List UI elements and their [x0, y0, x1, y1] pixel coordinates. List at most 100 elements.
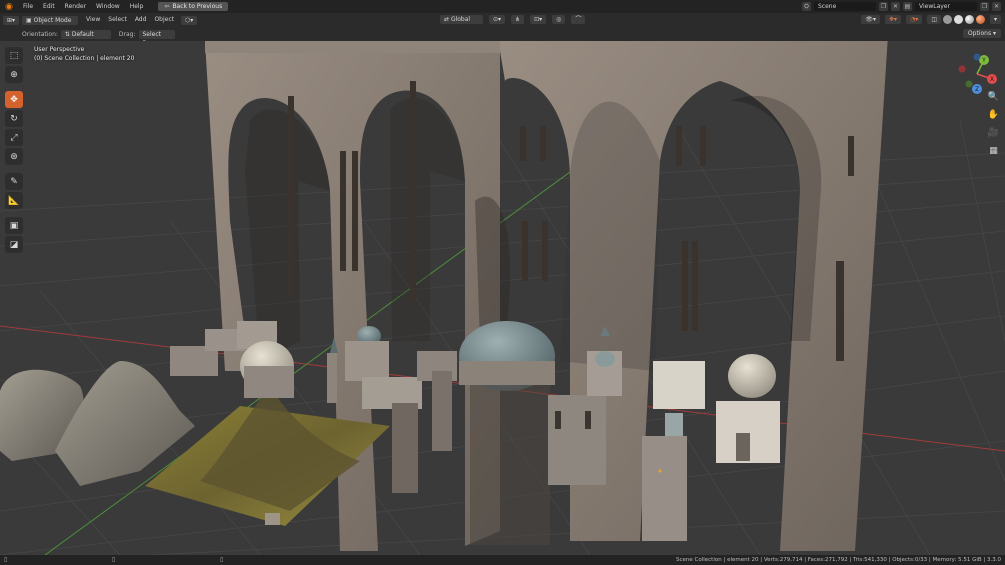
menu-file[interactable]: File: [18, 0, 38, 13]
orientation-selector[interactable]: ⇅ Default: [60, 29, 111, 39]
proportional-editing-toggle[interactable]: ◎: [552, 15, 566, 24]
gizmo-neg-y[interactable]: [965, 80, 973, 88]
orientation-value: Default: [71, 30, 94, 38]
back-to-previous-label: Back to Previous: [172, 3, 223, 10]
rotate-tool[interactable]: ↻: [5, 110, 23, 127]
drag-selector[interactable]: Select Box: [138, 29, 175, 47]
topbar-right: ⛭ Scene ❐ ✕ ▤ ViewLayer ❐ ✕: [802, 0, 1005, 13]
view-layer-selector[interactable]: ViewLayer: [915, 2, 977, 11]
delete-view-layer-icon[interactable]: ✕: [992, 2, 1001, 11]
status-bar: ▯ ▯ ▯ Scene Collection | element 20 | Ve…: [0, 555, 1005, 565]
rendered-shading-icon[interactable]: [975, 15, 985, 24]
move-icon: ✥: [10, 94, 18, 105]
wireframe-shading-icon[interactable]: [942, 15, 952, 24]
transform-tool[interactable]: ⊛: [5, 148, 23, 165]
scene-render: [0, 41, 1005, 555]
back-arrow-icon: ⇦: [164, 3, 170, 10]
measure-icon: 📐: [8, 195, 20, 206]
orientation-field-icon: ⇅: [64, 30, 72, 38]
scale-tool[interactable]: ⤢: [5, 129, 23, 146]
zoom-icon[interactable]: 🔍: [987, 91, 1000, 104]
menu-window[interactable]: Window: [91, 0, 125, 13]
measure-tool[interactable]: 📐: [5, 192, 23, 209]
transform-icon: ⊛: [10, 151, 18, 162]
collection-info-label: (0) Scene Collection | element 20: [34, 55, 135, 62]
object-mode-icon: ▣: [26, 16, 34, 24]
options-label: Options: [967, 30, 992, 37]
annotate-icon: ✎: [10, 176, 18, 187]
pan-hand-icon[interactable]: ✋: [987, 109, 1000, 122]
annotate-tool[interactable]: ✎: [5, 173, 23, 190]
new-view-layer-icon[interactable]: ❐: [980, 2, 989, 11]
delete-scene-icon[interactable]: ✕: [891, 2, 900, 11]
editor-type-button[interactable]: ⊞▾: [3, 15, 20, 25]
gizmo-neg-x[interactable]: [958, 65, 966, 73]
menu-edit[interactable]: Edit: [38, 0, 60, 13]
rotate-icon: ↻: [10, 113, 18, 124]
blender-logo-icon[interactable]: ◉: [4, 2, 14, 12]
scene-icon[interactable]: ⛭: [802, 2, 811, 11]
viewport-display-controls: 👁▾ ✥▾ ◔▾ ◫ ▾: [858, 15, 1001, 24]
transform-orientation-selector[interactable]: ⇄ Global: [440, 15, 483, 24]
menu-select[interactable]: Select: [104, 13, 131, 27]
gizmo-type-button[interactable]: ⬡▾: [180, 15, 198, 25]
cursor-tool[interactable]: ⊕: [5, 66, 23, 83]
menu-help[interactable]: Help: [125, 0, 149, 13]
orthographic-toggle-icon[interactable]: ▦: [987, 145, 1000, 158]
snap-toggle[interactable]: ⋔: [511, 15, 525, 24]
mode-selector[interactable]: ▣ Object Mode: [22, 15, 79, 25]
new-scene-icon[interactable]: ❐: [879, 2, 888, 11]
toolbar-separator: [5, 211, 25, 215]
menu-object[interactable]: Object: [150, 13, 178, 27]
proportional-falloff-button[interactable]: ⌒: [571, 15, 586, 24]
cursor-icon: ⊕: [10, 69, 18, 80]
mouse-middle-icon: ▯: [112, 556, 116, 563]
gizmo-neg-z[interactable]: [973, 53, 981, 61]
drag-label: Drag:: [118, 30, 136, 38]
orientation-icon: ⇄: [444, 16, 451, 23]
mouse-right-icon: ▯: [220, 556, 224, 563]
xray-toggle[interactable]: ◫: [927, 15, 941, 24]
extrude-tool[interactable]: ◪: [5, 236, 23, 253]
solid-shading-icon[interactable]: [953, 15, 963, 24]
gizmo-y-label: Y: [981, 57, 986, 64]
large-dome: [459, 321, 555, 545]
gizmo-toggle[interactable]: ✥▾: [885, 15, 902, 24]
shading-options-button[interactable]: ▾: [989, 15, 1001, 24]
menu-add[interactable]: Add: [131, 13, 151, 27]
snap-target-button[interactable]: ⊡▾: [530, 15, 547, 24]
tool-shelf: ⬚ ⊕ ✥ ↻ ⤢ ⊛ ✎ 📐 ▣ ◪: [5, 47, 25, 253]
mode-label: Object Mode: [33, 16, 72, 24]
mouse-left-icon: ▯: [4, 556, 8, 563]
visibility-button[interactable]: 👁▾: [861, 15, 881, 24]
gizmo-x-label: X: [990, 76, 994, 83]
move-tool[interactable]: ✥: [5, 91, 23, 108]
top-menu-bar: ◉ File Edit Render Window Help ⇦ Back to…: [0, 0, 1005, 13]
transform-orientation-label: Global: [450, 16, 471, 23]
orientation-label: Orientation:: [22, 30, 58, 38]
tool-settings-bar: Orientation: ⇅ Default Drag: Select Box …: [0, 27, 1005, 47]
options-button[interactable]: Options ▾: [962, 29, 1001, 38]
pivot-point-button[interactable]: ⊙▾: [489, 15, 506, 24]
transform-controls: ⇄ Global ⊙▾ ⋔ ⊡▾ ◎ ⌒: [437, 15, 586, 24]
select-box-icon: ⬚: [9, 50, 19, 61]
blender-window: ◉ File Edit Render Window Help ⇦ Back to…: [0, 0, 1005, 565]
extrude-icon: ◪: [9, 239, 19, 250]
view-layer-icon[interactable]: ▤: [903, 2, 912, 11]
add-cube-icon: ▣: [9, 220, 19, 231]
camera-view-icon[interactable]: 🎥: [987, 127, 1000, 140]
material-preview-shading-icon[interactable]: [964, 15, 974, 24]
scene-selector[interactable]: Scene: [814, 2, 876, 11]
select-box-tool[interactable]: ⬚: [5, 47, 23, 64]
scale-icon: ⤢: [10, 132, 18, 143]
viewport-header: ⊞▾ ▣ Object Mode View Select Add Object …: [0, 13, 1005, 27]
toolbar-separator: [5, 167, 25, 171]
add-cube-tool[interactable]: ▣: [5, 217, 23, 234]
menu-view[interactable]: View: [82, 13, 104, 27]
perspective-label: User Perspective: [34, 46, 85, 53]
back-to-previous-button[interactable]: ⇦ Back to Previous: [158, 2, 229, 11]
menu-render[interactable]: Render: [60, 0, 91, 13]
3d-viewport[interactable]: User Perspective (0) Scene Collection | …: [0, 41, 1005, 555]
toolbar-separator: [5, 85, 25, 89]
overlays-toggle[interactable]: ◔▾: [906, 15, 923, 24]
